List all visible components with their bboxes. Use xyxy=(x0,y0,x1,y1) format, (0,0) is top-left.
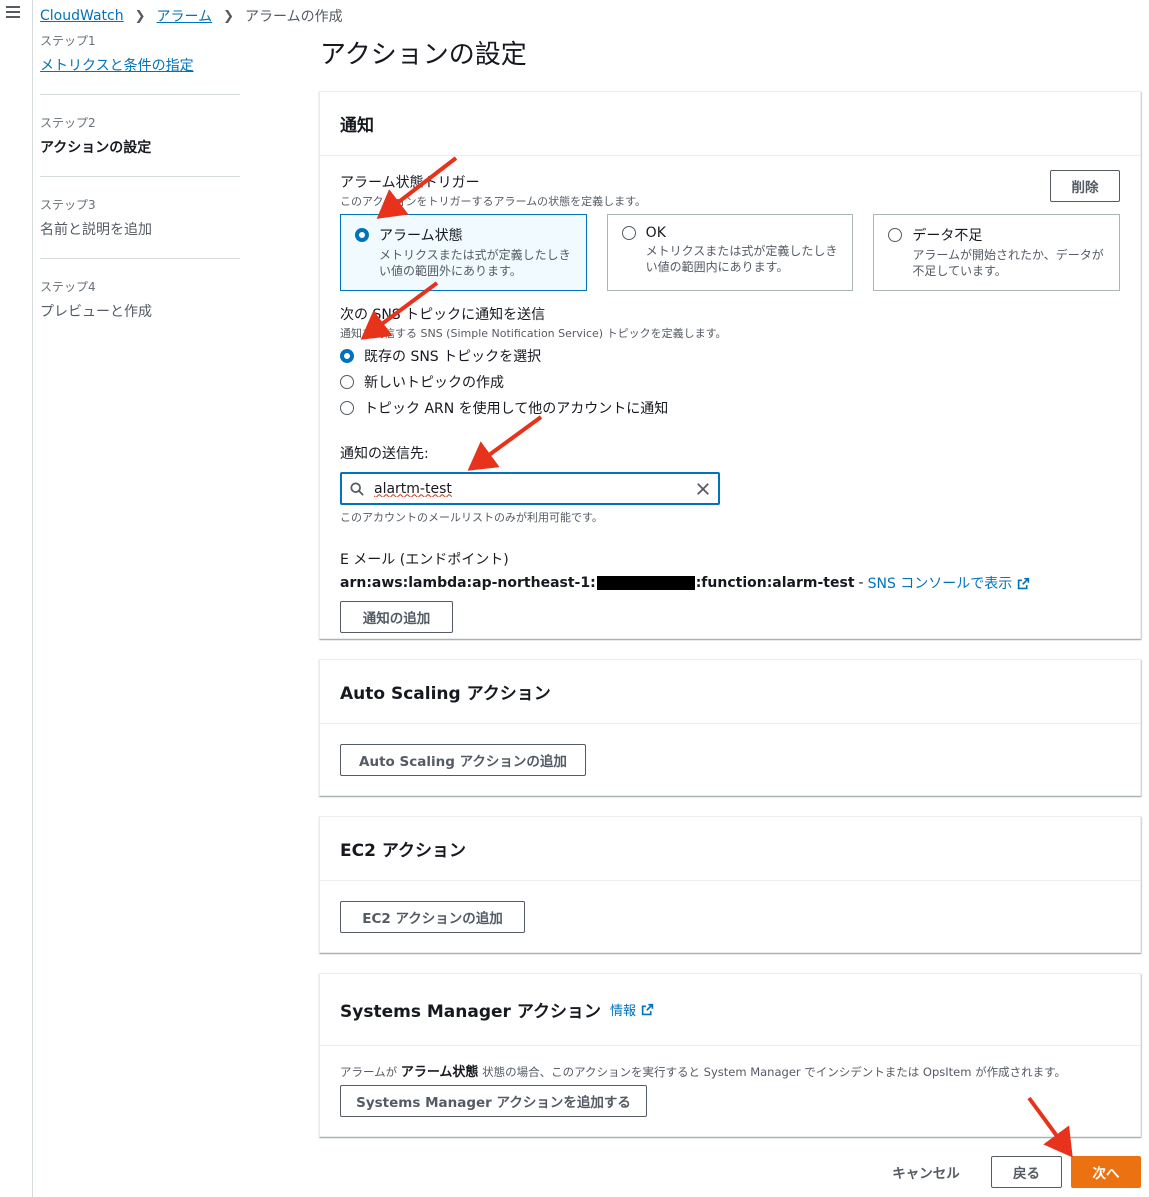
tile-in-alarm[interactable]: アラーム状態 メトリクスまたは式が定義したしきい値の範囲外にあります。 xyxy=(340,214,587,291)
radio-label: トピック ARN を使用して他のアカウントに通知 xyxy=(364,401,669,417)
tile-description: メトリクスまたは式が定義したしきい値の範囲外にあります。 xyxy=(379,248,571,278)
search-hint: このアカウントのメールリストのみが利用可能です。 xyxy=(340,511,603,524)
search-icon xyxy=(350,481,364,496)
chevron-right-icon: ❯ xyxy=(134,8,146,24)
radio-checked-icon xyxy=(340,349,354,363)
panel-title: Auto Scaling アクション xyxy=(340,684,551,704)
back-button[interactable]: 戻る xyxy=(991,1156,1062,1188)
endpoint-dash: - xyxy=(858,575,864,591)
breadcrumb-alarms[interactable]: アラーム xyxy=(156,6,212,26)
send-to-label: 通知の送信先: xyxy=(340,446,429,462)
step-label-name: 名前と説明を追加 xyxy=(40,222,152,238)
tile-description: メトリクスまたは式が定義したしきい値の範囲内にあります。 xyxy=(645,244,838,274)
endpoint-suffix: :function:alarm-test xyxy=(695,575,855,591)
info-link[interactable]: 情報 xyxy=(610,1000,636,1019)
chevron-right-icon: ❯ xyxy=(223,8,234,24)
ssm-description: アラームが アラーム状態 状態の場合、このアクションを実行すると System … xyxy=(340,1061,1120,1080)
radio-existing-topic[interactable]: 既存の SNS トピックを選択 xyxy=(340,343,1120,369)
radio-label: 新しいトピックの作成 xyxy=(364,375,504,391)
menu-icon[interactable] xyxy=(6,6,20,18)
sns-console-link[interactable]: SNS コンソールで表示 xyxy=(868,573,1013,593)
step-number: ステップ4 xyxy=(40,280,96,294)
breadcrumb-current: アラームの作成 xyxy=(244,9,343,25)
side-rail xyxy=(0,0,33,1197)
ssm-desc-post: 状態の場合、このアクションを実行すると System Manager でインシデ… xyxy=(482,1065,1066,1079)
step-number: ステップ3 xyxy=(40,198,96,212)
panel-title: EC2 アクション xyxy=(340,841,466,861)
radio-topic-arn[interactable]: トピック ARN を使用して他のアカウントに通知 xyxy=(340,395,1120,421)
panel-title: 通知 xyxy=(340,116,374,136)
step-number: ステップ1 xyxy=(40,34,96,48)
wizard-steps: ステップ1 メトリクスと条件の指定 ステップ2 アクションの設定 ステップ3 名… xyxy=(40,32,240,359)
ec2-body: EC2 アクションの追加 xyxy=(320,881,1140,953)
panel-header: 通知 xyxy=(320,92,1140,156)
tile-title: OK xyxy=(645,225,666,241)
endpoint-label: E メール (エンドポイント) xyxy=(340,552,509,568)
radio-checked-icon xyxy=(355,228,369,242)
panel-header: Systems Manager アクション 情報 xyxy=(320,974,1140,1046)
ssm-desc-pre: アラームが xyxy=(340,1065,398,1079)
step-link-metrics[interactable]: メトリクスと条件の指定 xyxy=(40,55,240,75)
notification-panel: 通知 削除 アラーム状態トリガー このアクションをトリガーするアラームの状態を定… xyxy=(319,91,1141,639)
tile-insufficient-data[interactable]: データ不足 アラームが開始されたか、データが不足しています。 xyxy=(873,214,1121,291)
panel-header: EC2 アクション xyxy=(320,817,1140,881)
breadcrumb-cloudwatch[interactable]: CloudWatch xyxy=(40,8,124,24)
add-ssm-action-button[interactable]: Systems Manager アクションを追加する xyxy=(340,1085,647,1117)
redacted-account-id xyxy=(596,576,695,590)
notification-body: 削除 アラーム状態トリガー このアクションをトリガーするアラームの状態を定義しま… xyxy=(320,156,1140,653)
tile-title: データ不足 xyxy=(912,228,983,244)
panel-title: Systems Manager アクション xyxy=(340,1002,601,1022)
radio-icon xyxy=(340,375,354,389)
step-number: ステップ2 xyxy=(40,116,96,130)
wizard-step-1: ステップ1 メトリクスと条件の指定 xyxy=(40,32,240,95)
external-link-icon[interactable] xyxy=(1017,577,1030,590)
alarm-state-tiles: アラーム状態 メトリクスまたは式が定義したしきい値の範囲外にあります。 OK メ… xyxy=(340,214,1121,291)
endpoint-arn: arn:aws:lambda:ap-northeast-1: :function:… xyxy=(340,573,1120,593)
radio-label: 既存の SNS トピックを選択 xyxy=(364,349,542,365)
radio-new-topic[interactable]: 新しいトピックの作成 xyxy=(340,369,1120,395)
trigger-label: アラーム状態トリガー xyxy=(340,175,480,191)
step-label-preview: プレビューと作成 xyxy=(40,304,152,320)
page-title: アクションの設定 xyxy=(320,40,527,70)
trigger-description: このアクションをトリガーするアラームの状態を定義します。 xyxy=(340,195,647,208)
cancel-button[interactable]: キャンセル xyxy=(878,1156,974,1188)
topic-search-input[interactable] xyxy=(374,480,696,497)
remove-button[interactable]: 削除 xyxy=(1050,170,1120,202)
add-ec2-action-button[interactable]: EC2 アクションの追加 xyxy=(340,901,525,933)
endpoint-prefix: arn:aws:lambda:ap-northeast-1: xyxy=(340,575,596,591)
step-current-actions: アクションの設定 xyxy=(40,140,152,156)
add-autoscaling-action-button[interactable]: Auto Scaling アクションの追加 xyxy=(340,744,586,776)
sns-radio-group: 既存の SNS トピックを選択 新しいトピックの作成 トピック ARN を使用し… xyxy=(340,343,1120,421)
ssm-panel: Systems Manager アクション 情報 アラームが アラーム状態 状態… xyxy=(319,973,1141,1137)
sns-label: 次の SNS トピックに通知を送信 xyxy=(340,307,546,323)
tile-description: アラームが開始されたか、データが不足しています。 xyxy=(912,248,1104,278)
tile-ok[interactable]: OK メトリクスまたは式が定義したしきい値の範囲内にあります。 xyxy=(606,214,854,291)
breadcrumb: CloudWatch ❯ アラーム ❯ アラームの作成 xyxy=(40,6,343,26)
clear-icon[interactable] xyxy=(696,482,710,496)
wizard-step-3: ステップ3 名前と説明を追加 xyxy=(40,196,240,259)
radio-icon xyxy=(340,401,354,415)
external-link-icon[interactable] xyxy=(641,1003,654,1016)
sns-description: 通知を受信する SNS (Simple Notification Service… xyxy=(340,327,727,340)
radio-icon xyxy=(888,228,903,242)
wizard-step-4: ステップ4 プレビューと作成 xyxy=(40,278,240,340)
autoscaling-panel: Auto Scaling アクション Auto Scaling アクションの追加 xyxy=(319,659,1141,796)
wizard-step-2: ステップ2 アクションの設定 xyxy=(40,114,240,177)
ssm-desc-state: アラーム状態 xyxy=(400,1065,479,1080)
add-notification-button[interactable]: 通知の追加 xyxy=(340,601,453,633)
topic-search-field[interactable] xyxy=(340,472,720,505)
ec2-panel: EC2 アクション EC2 アクションの追加 xyxy=(319,816,1141,953)
autoscaling-body: Auto Scaling アクションの追加 xyxy=(320,724,1140,796)
next-button[interactable]: 次へ xyxy=(1071,1156,1141,1188)
radio-icon xyxy=(621,226,636,240)
panel-header: Auto Scaling アクション xyxy=(320,660,1140,724)
tile-title: アラーム状態 xyxy=(379,228,463,244)
ssm-body: アラームが アラーム状態 状態の場合、このアクションを実行すると System … xyxy=(320,1046,1140,1137)
